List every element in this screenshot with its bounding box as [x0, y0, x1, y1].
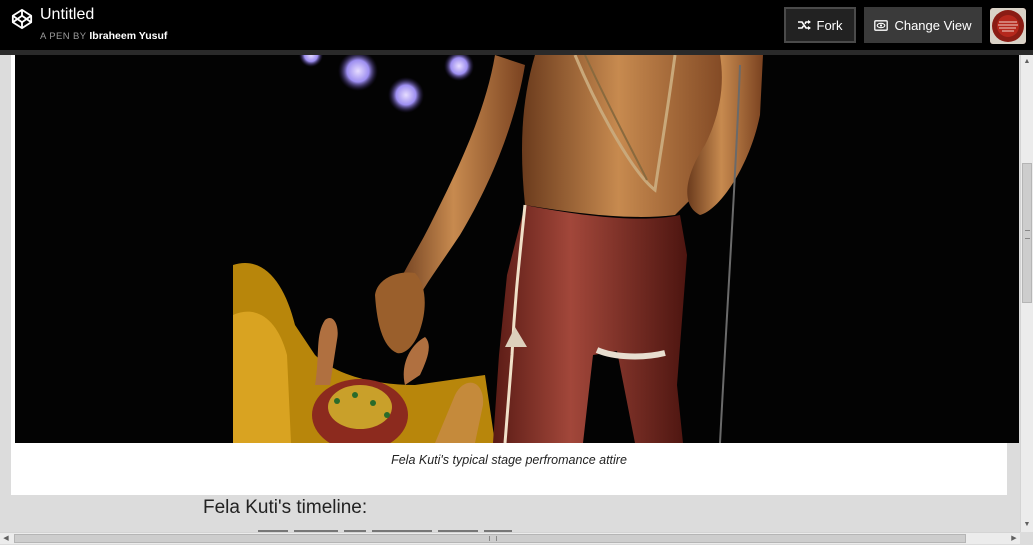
- grip-icon: [489, 536, 497, 541]
- horizontal-scroll-thumb[interactable]: [14, 534, 966, 543]
- scroll-right-arrow-icon[interactable]: ▶: [1008, 533, 1020, 545]
- horizontal-scrollbar[interactable]: ◀ ▶: [0, 532, 1020, 544]
- pen-byline: A PEN BY Ibraheem Yusuf: [40, 30, 167, 42]
- scroll-up-arrow-icon[interactable]: ▲: [1021, 56, 1033, 68]
- byline-prefix: A PEN BY: [40, 31, 87, 42]
- cut-off-text-line: [258, 530, 512, 532]
- grip-icon: [1025, 230, 1030, 239]
- scrollbar-corner: [1020, 532, 1033, 544]
- figure-card: Fela Kuti's typical stage perfromance at…: [11, 55, 1019, 495]
- vertical-scroll-thumb[interactable]: [1022, 163, 1032, 303]
- user-avatar[interactable]: [990, 8, 1026, 44]
- concert-photo: [15, 55, 1019, 443]
- scroll-left-arrow-icon[interactable]: ◀: [0, 533, 12, 545]
- codepen-logo-icon[interactable]: [11, 8, 33, 30]
- author-link[interactable]: Ibraheem Yusuf: [89, 30, 167, 42]
- change-view-button[interactable]: Change View: [864, 7, 982, 43]
- scroll-down-arrow-icon[interactable]: ▼: [1021, 519, 1033, 531]
- fork-icon: [797, 20, 811, 30]
- top-bar: Untitled A PEN BY Ibraheem Yusuf Fork Ch…: [0, 0, 1033, 50]
- fork-button[interactable]: Fork: [784, 7, 856, 43]
- pen-preview: Fela Kuti's typical stage perfromance at…: [0, 55, 1020, 532]
- photo-caption: Fela Kuti's typical stage perfromance at…: [391, 453, 627, 467]
- vertical-scrollbar[interactable]: ▲ ▼: [1020, 55, 1033, 532]
- eye-icon: [874, 19, 889, 31]
- pen-title[interactable]: Untitled: [40, 6, 94, 24]
- change-view-label: Change View: [894, 17, 972, 33]
- timeline-heading: Fela Kuti's timeline:: [203, 497, 368, 518]
- fork-label: Fork: [816, 17, 843, 33]
